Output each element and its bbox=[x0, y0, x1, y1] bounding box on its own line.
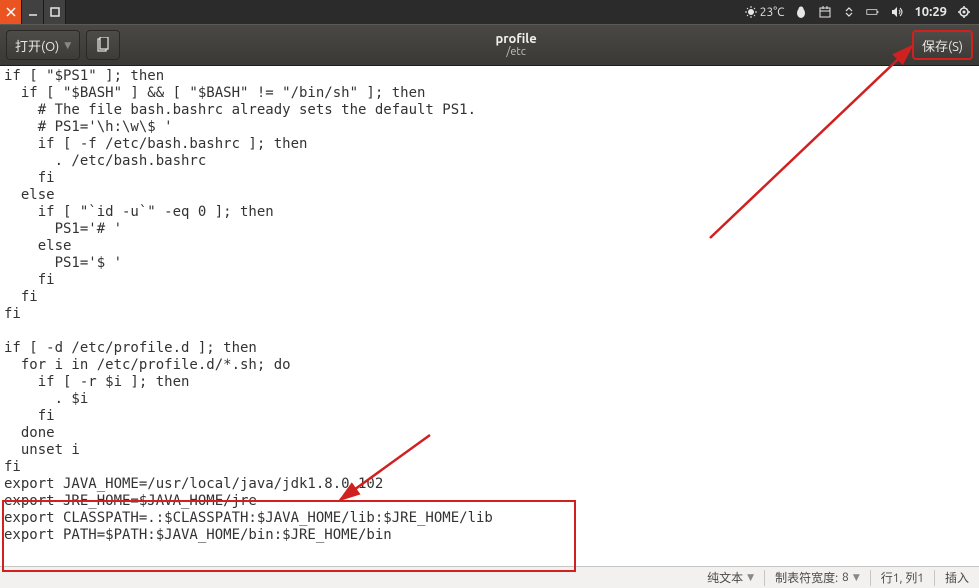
status-bar: 纯文本 ▼ 制表符宽度: 8 ▼ 行1, 列1 插入 bbox=[0, 566, 979, 588]
editor-content[interactable]: if [ "$PS1" ]; then if [ "$BASH" ] && [ … bbox=[0, 66, 979, 544]
document-title: profile bbox=[120, 32, 912, 46]
window-close-button[interactable] bbox=[0, 0, 22, 24]
bluetooth-indicator[interactable] bbox=[842, 5, 856, 19]
tab-width-label: 制表符宽度: bbox=[775, 569, 838, 586]
document-path: /etc bbox=[120, 46, 912, 58]
editor-toolbar: 打开(O) ▼ profile /etc 保存(S) bbox=[0, 24, 979, 66]
gear-icon bbox=[957, 5, 971, 19]
calendar-icon bbox=[818, 5, 832, 19]
window-minimize-button[interactable] bbox=[22, 0, 44, 24]
chevron-down-icon: ▼ bbox=[64, 40, 71, 51]
chevron-down-icon: ▼ bbox=[747, 572, 754, 583]
battery-icon bbox=[866, 5, 880, 19]
session-indicator[interactable] bbox=[957, 5, 971, 19]
syntax-label: 纯文本 bbox=[707, 569, 743, 586]
window-controls bbox=[0, 0, 66, 24]
cursor-position[interactable]: 行1, 列1 bbox=[871, 569, 934, 586]
window-maximize-button[interactable] bbox=[44, 0, 66, 24]
save-button[interactable]: 保存(S) bbox=[912, 30, 973, 60]
weather-icon bbox=[744, 5, 758, 19]
tab-width-selector[interactable]: 制表符宽度: 8 ▼ bbox=[765, 569, 870, 586]
penguin-icon bbox=[794, 5, 808, 19]
new-tab-button[interactable] bbox=[86, 30, 120, 60]
close-icon bbox=[6, 7, 16, 17]
weather-indicator[interactable]: 23°C bbox=[744, 5, 785, 19]
mode-text: 插入 bbox=[945, 569, 969, 586]
save-label: 保存(S) bbox=[922, 36, 963, 55]
editor-area[interactable]: if [ "$PS1" ]; then if [ "$BASH" ] && [ … bbox=[0, 66, 979, 566]
battery-indicator[interactable] bbox=[866, 5, 880, 19]
system-top-panel: 23°C 10:29 bbox=[0, 0, 979, 24]
document-icon bbox=[95, 37, 111, 53]
open-label: 打开(O) bbox=[15, 36, 59, 55]
maximize-icon bbox=[50, 7, 60, 17]
minimize-icon bbox=[28, 7, 38, 17]
tab-width-value: 8 bbox=[842, 571, 849, 584]
syntax-selector[interactable]: 纯文本 ▼ bbox=[697, 569, 764, 586]
volume-icon bbox=[890, 5, 904, 19]
document-title-block: profile /etc bbox=[120, 32, 912, 58]
insert-mode[interactable]: 插入 bbox=[935, 569, 979, 586]
calendar-indicator[interactable] bbox=[818, 5, 832, 19]
open-button[interactable]: 打开(O) ▼ bbox=[6, 30, 80, 60]
system-tray: 23°C 10:29 bbox=[736, 0, 979, 24]
chevron-down-icon: ▼ bbox=[853, 572, 860, 583]
clock-text[interactable]: 10:29 bbox=[914, 5, 947, 19]
sound-indicator[interactable] bbox=[890, 5, 904, 19]
updown-icon bbox=[842, 5, 856, 19]
cursor-text: 行1, 列1 bbox=[881, 569, 924, 586]
linux-indicator[interactable] bbox=[794, 5, 808, 19]
temperature-text: 23°C bbox=[760, 6, 785, 19]
